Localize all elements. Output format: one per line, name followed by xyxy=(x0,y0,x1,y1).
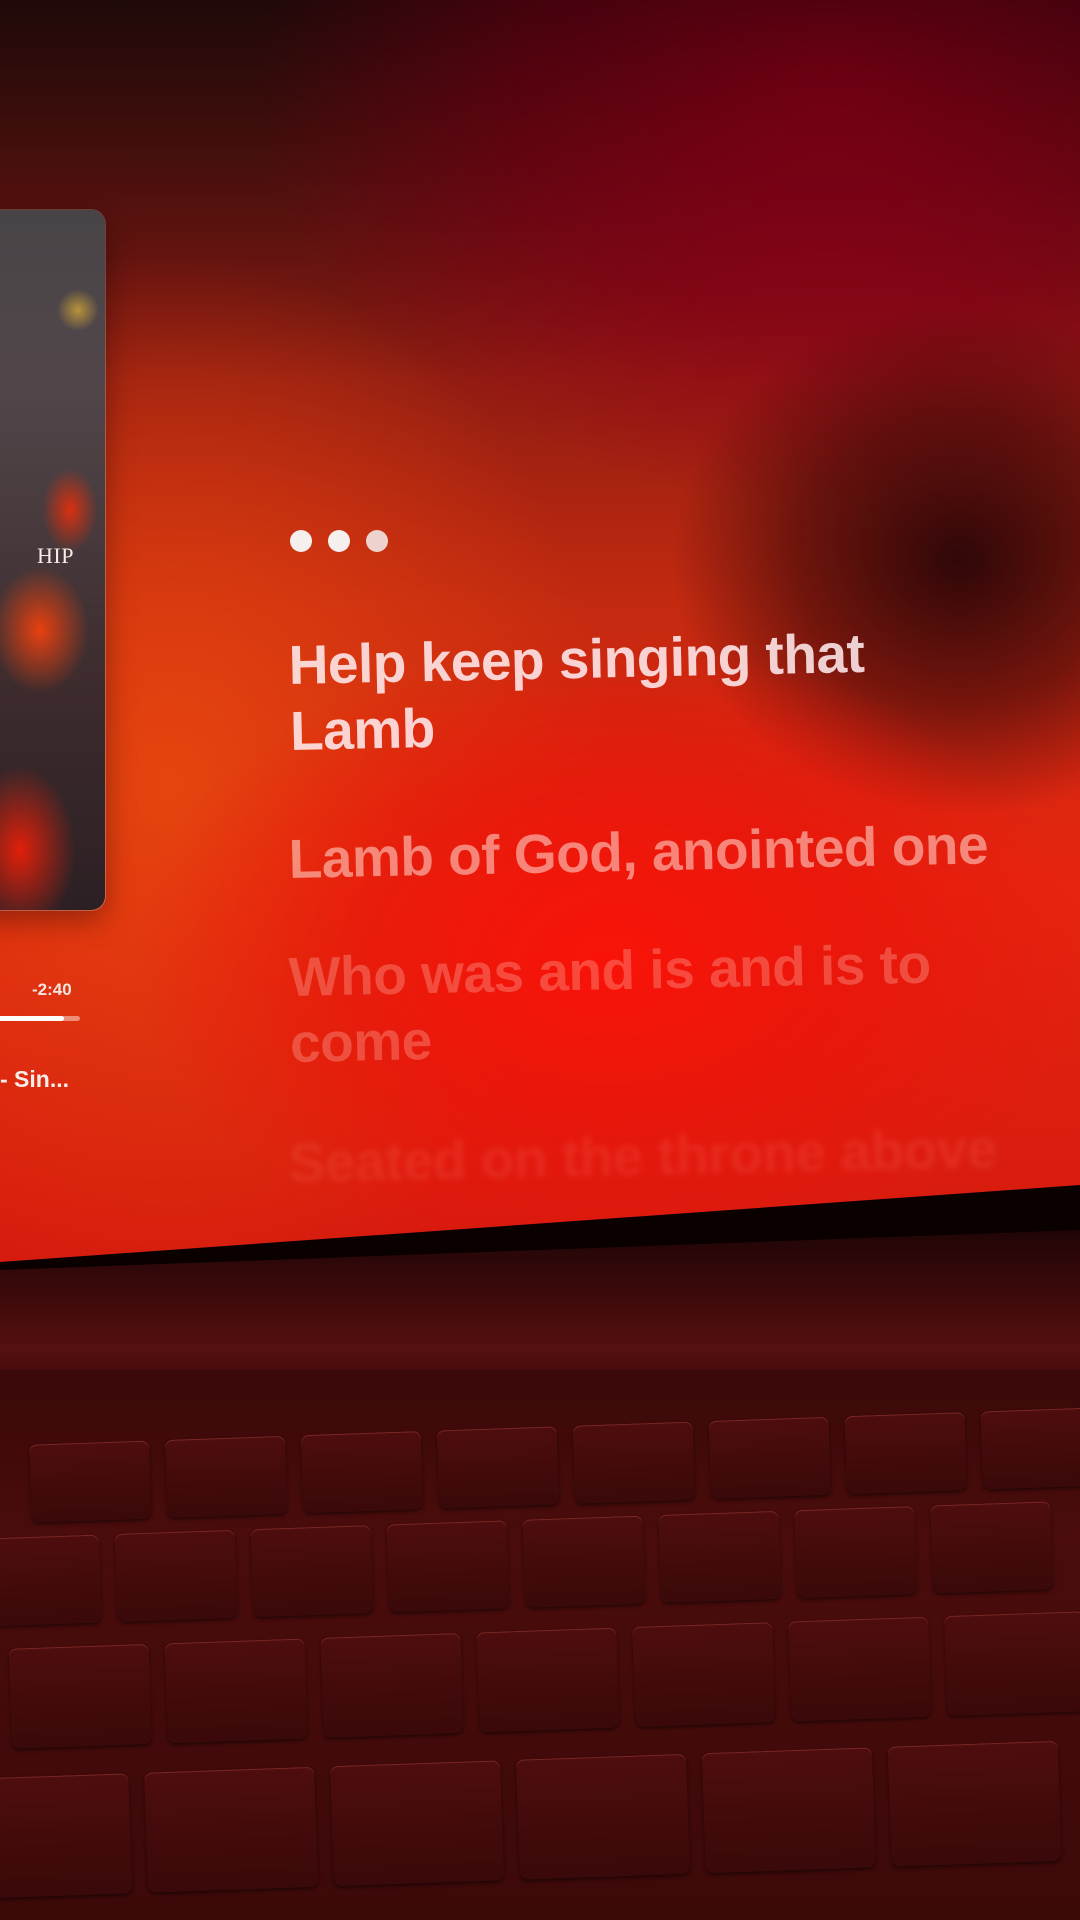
lyric-line-3[interactable]: Who was and is and is to come xyxy=(288,931,933,1076)
key xyxy=(144,1766,319,1893)
key xyxy=(386,1520,510,1613)
lyric-text: Help keep singing that Lamb xyxy=(288,621,865,762)
key xyxy=(788,1616,932,1722)
key xyxy=(436,1426,560,1509)
key xyxy=(28,1440,152,1523)
key xyxy=(250,1525,374,1618)
music-player-lyrics-view: HIP -2:40 - Sin... Help keep singing tha… xyxy=(0,0,1080,1262)
key xyxy=(515,1753,690,1880)
dot xyxy=(366,530,388,552)
lyric-line-4[interactable]: Seated on the throne above xyxy=(288,1115,997,1196)
key xyxy=(572,1421,696,1504)
key xyxy=(701,1747,876,1874)
key xyxy=(164,1435,288,1518)
track-title[interactable]: - Sin... xyxy=(0,1066,69,1093)
lyric-line-2[interactable]: Lamb of God, anointed one xyxy=(288,811,989,892)
album-cover-text: HIP xyxy=(37,543,74,568)
key xyxy=(944,1611,1080,1717)
keyboard-row xyxy=(8,1611,1080,1749)
keyboard xyxy=(0,1370,1080,1920)
progress-fill xyxy=(0,1016,64,1021)
key xyxy=(632,1622,776,1727)
lyric-line-1[interactable]: Help keep singing that Lamb xyxy=(288,620,866,764)
key xyxy=(164,1638,308,1744)
key xyxy=(980,1407,1080,1490)
progress-bar[interactable] xyxy=(0,1016,80,1021)
dot xyxy=(290,530,312,552)
key xyxy=(330,1760,505,1887)
key xyxy=(522,1515,646,1608)
key xyxy=(0,1773,133,1900)
key xyxy=(844,1412,968,1495)
key xyxy=(476,1627,620,1733)
key xyxy=(0,1534,102,1627)
lyric-text: Lamb of God, anointed one xyxy=(288,813,989,890)
key xyxy=(887,1740,1062,1867)
key xyxy=(708,1416,832,1499)
dot xyxy=(328,530,350,552)
key xyxy=(320,1633,464,1738)
keyboard-row xyxy=(0,1501,1054,1627)
lyric-text: Who was and is and is to come xyxy=(288,932,932,1074)
key xyxy=(114,1529,238,1622)
time-remaining: -2:40 xyxy=(32,980,72,999)
key xyxy=(300,1431,424,1514)
key xyxy=(930,1501,1054,1594)
keyboard-row xyxy=(0,1740,1062,1900)
key xyxy=(8,1643,152,1749)
key xyxy=(658,1510,782,1603)
key xyxy=(794,1506,918,1599)
lyric-text: Seated on the throne above xyxy=(288,1117,998,1194)
ellipsis-dots-icon xyxy=(290,530,388,552)
laptop-hinge xyxy=(0,1230,1080,1390)
